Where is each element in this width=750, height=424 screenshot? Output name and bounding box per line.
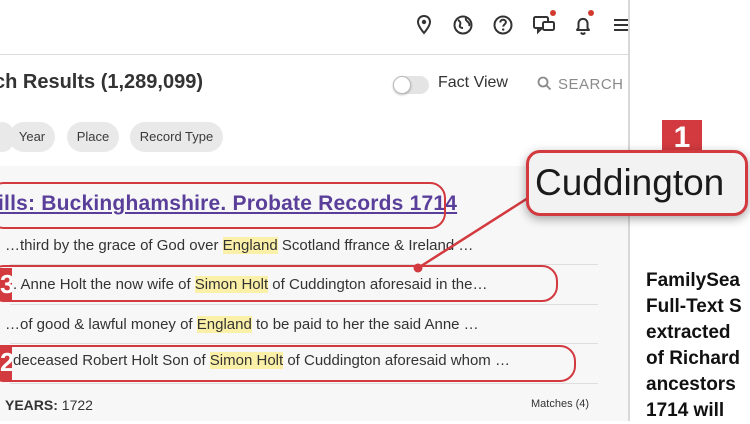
article-line: Full-Text S <box>646 296 742 317</box>
article-line: FamilySea <box>646 270 740 291</box>
article-line: ancestors <box>646 374 736 395</box>
article-text: FamilySea Full-Text S extracted of Richa… <box>646 268 750 424</box>
callout-zoom-label: Cuddington <box>526 150 748 216</box>
article-line: extracted <box>646 322 731 343</box>
article-line: of Richard <box>646 348 740 369</box>
article-line: 1714 will <box>646 400 725 421</box>
